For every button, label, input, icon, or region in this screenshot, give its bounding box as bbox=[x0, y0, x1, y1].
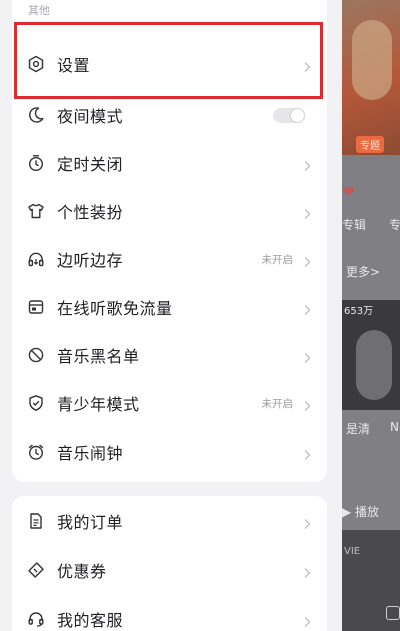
status-text: 未开启 bbox=[261, 397, 294, 410]
sim-card-icon bbox=[27, 298, 45, 316]
menu-item-label: 设置 bbox=[57, 56, 91, 75]
menu-item-theme[interactable]: 个性装扮 bbox=[12, 187, 327, 235]
menu-item-label: 在线听歌免流量 bbox=[57, 299, 173, 318]
menu-item-label: 边听边存 bbox=[57, 251, 124, 270]
moon-icon bbox=[27, 106, 45, 124]
menu-item-label: 我的客服 bbox=[57, 611, 124, 630]
headset-icon bbox=[27, 610, 45, 628]
menu-item-sleep-timer[interactable]: 定时关闭 bbox=[12, 139, 327, 187]
vie-label: VIE bbox=[344, 546, 361, 557]
menu-item-music-alarm[interactable]: 音乐闹钟 bbox=[12, 428, 327, 476]
play-all-label: ▶ 播放 bbox=[342, 505, 380, 519]
heart-icon: ❤ bbox=[342, 182, 356, 201]
menu-item-blacklist[interactable]: 音乐黑名单 bbox=[12, 331, 327, 379]
menu-item-my-orders[interactable]: 我的订单 bbox=[12, 497, 327, 545]
menu-item-label: 我的订单 bbox=[57, 513, 124, 532]
playlist-thumbnail: 653万 bbox=[342, 300, 400, 410]
chevron-right-icon bbox=[301, 613, 313, 627]
block-icon bbox=[27, 346, 45, 364]
playlist-caption: 是清 bbox=[346, 422, 371, 436]
menu-item-free-data[interactable]: 在线听歌免流量 bbox=[12, 283, 327, 331]
chevron-right-icon bbox=[301, 349, 313, 363]
menu-item-label: 优惠券 bbox=[57, 562, 107, 581]
chevron-right-icon bbox=[301, 205, 313, 219]
play-icon bbox=[386, 606, 400, 620]
topic-tag: 专题 bbox=[356, 136, 384, 153]
toggle-knob bbox=[291, 109, 304, 122]
menu-item-teen-mode[interactable]: 青少年模式 未开启 bbox=[12, 379, 327, 427]
menu-item-label: 定时关闭 bbox=[57, 155, 124, 174]
menu-item-label: 音乐闹钟 bbox=[57, 444, 124, 463]
chevron-right-icon bbox=[301, 157, 313, 171]
play-count: 653万 bbox=[344, 306, 374, 317]
settings-hexagon-icon bbox=[27, 55, 45, 73]
menu-item-label: 个性装扮 bbox=[57, 203, 124, 222]
chevron-right-icon bbox=[301, 301, 313, 315]
side-drawer: 其他 设置 夜间模式 定时关闭 个性装扮 边听边存 未开启 在线听歌免流量 音乐… bbox=[0, 0, 342, 631]
background-page-overlay[interactable]: 专题 ❤ 专辑 专 更多> 653万 是清 N ▶ 播放 VIE bbox=[342, 0, 400, 631]
playlist-caption-2: N bbox=[390, 420, 399, 434]
tshirt-icon bbox=[27, 202, 45, 220]
headphones-icon bbox=[27, 250, 45, 268]
status-text: 未开启 bbox=[261, 253, 294, 266]
coupon-ticket-icon bbox=[27, 561, 45, 579]
menu-card-account: 我的订单 优惠券 我的客服 bbox=[12, 496, 327, 631]
menu-item-label: 音乐黑名单 bbox=[57, 347, 140, 366]
shield-check-icon bbox=[27, 394, 45, 412]
order-document-icon bbox=[27, 512, 45, 530]
chevron-right-icon bbox=[301, 397, 313, 411]
timer-icon bbox=[27, 154, 45, 172]
chevron-right-icon bbox=[301, 515, 313, 529]
menu-item-customer-service[interactable]: 我的客服 bbox=[12, 595, 327, 631]
truncated-label: 专 bbox=[389, 218, 400, 232]
banner-figure bbox=[352, 20, 392, 100]
alarm-clock-icon bbox=[27, 443, 45, 461]
menu-card-other: 其他 设置 夜间模式 定时关闭 个性装扮 边听边存 未开启 在线听歌免流量 音乐… bbox=[12, 0, 327, 482]
menu-item-settings[interactable]: 设置 bbox=[12, 40, 327, 88]
menu-item-night-mode[interactable]: 夜间模式 bbox=[12, 91, 327, 139]
section-label: 其他 bbox=[28, 4, 50, 17]
thumbnail-figure bbox=[356, 330, 392, 400]
chevron-right-icon bbox=[301, 253, 313, 267]
menu-item-cache-while-listening[interactable]: 边听边存 未开启 bbox=[12, 235, 327, 283]
banner-image bbox=[342, 0, 400, 155]
night-mode-toggle[interactable] bbox=[273, 108, 305, 123]
chevron-right-icon bbox=[301, 58, 313, 72]
album-label: 专辑 bbox=[342, 218, 367, 232]
menu-item-label: 夜间模式 bbox=[57, 107, 124, 126]
chevron-right-icon bbox=[301, 564, 313, 578]
menu-item-coupons[interactable]: 优惠券 bbox=[12, 546, 327, 594]
more-link: 更多> bbox=[346, 265, 381, 279]
chevron-right-icon bbox=[301, 446, 313, 460]
menu-item-label: 青少年模式 bbox=[57, 395, 140, 414]
